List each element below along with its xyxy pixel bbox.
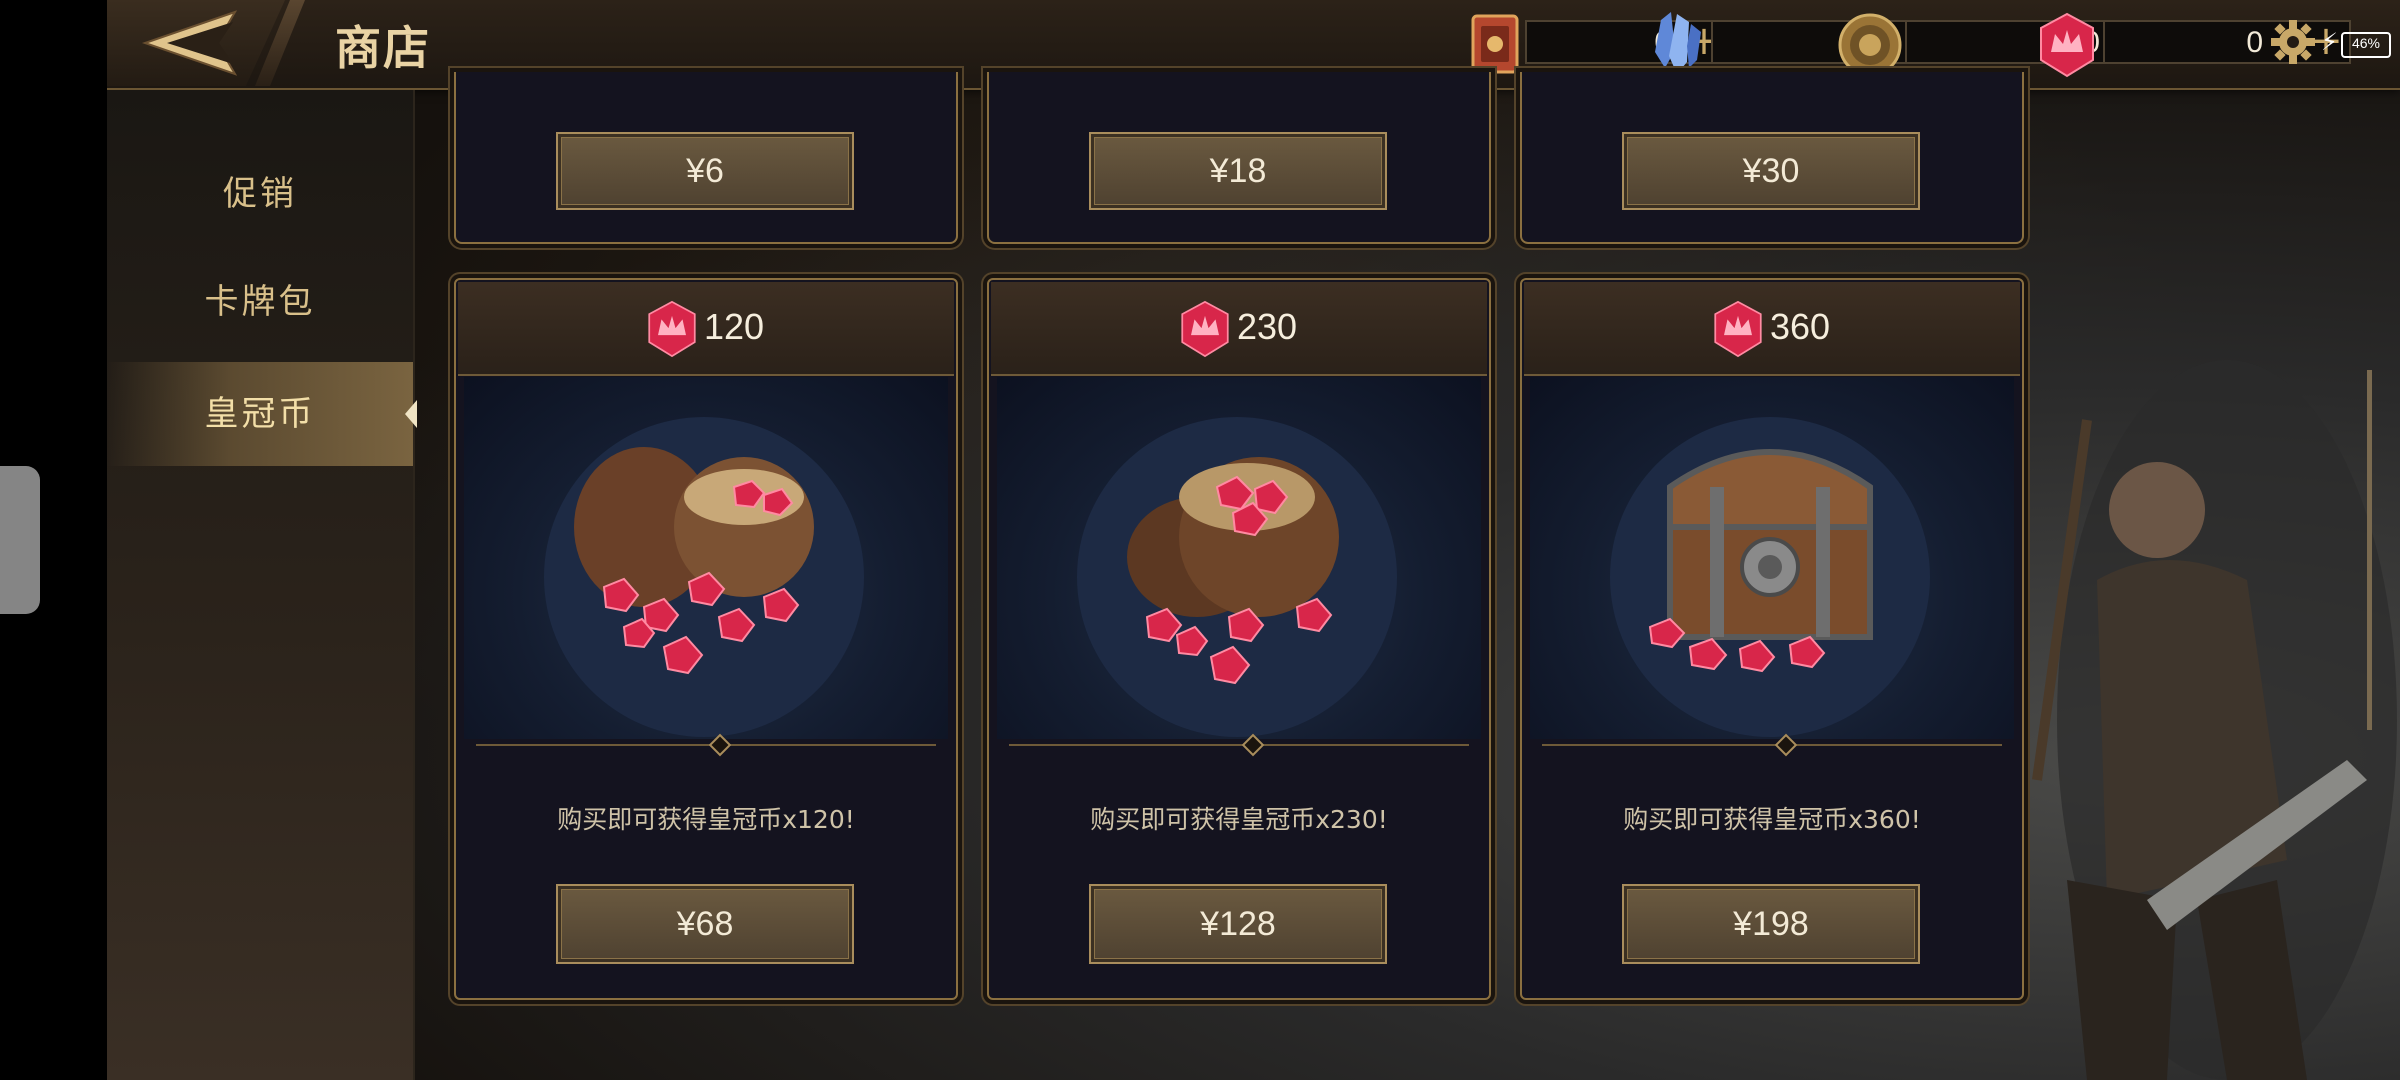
crown-gem-icon	[1181, 300, 1229, 358]
card-divider	[476, 744, 936, 746]
battery-level: 46%	[2351, 35, 2381, 51]
charging-icon: ⚡	[2321, 28, 2338, 56]
price-label: ¥68	[676, 905, 734, 943]
page-title: 商店	[335, 21, 431, 75]
product-card[interactable]: 230 购买即可获得皇冠币x230! ¥128	[987, 278, 1491, 1000]
product-card-partial: ¥30	[1520, 72, 2024, 244]
battery-indicator: 46%	[2341, 32, 2391, 58]
product-card-partial: ¥6	[454, 72, 958, 244]
coin-bags-icon	[464, 377, 948, 739]
shop-category-sidebar: 促销 卡牌包 皇冠币	[107, 90, 417, 1080]
product-card-partial: ¥18	[987, 72, 1491, 244]
price-button[interactable]: ¥30	[1622, 132, 1920, 210]
price-button[interactable]: ¥6	[556, 132, 854, 210]
crown-amount: 360	[1770, 306, 1831, 347]
card-deck-icon	[1469, 14, 1521, 78]
back-button[interactable]	[107, 0, 285, 86]
card-header: 360	[1524, 282, 2020, 376]
price-label: ¥128	[1200, 905, 1276, 943]
card-description: 购买即可获得皇冠币x230!	[1090, 805, 1388, 834]
crown-gem-icon	[1714, 300, 1762, 358]
crown-amount: 230	[1237, 306, 1298, 347]
card-header: 230	[991, 282, 1487, 376]
card-divider	[1542, 744, 2002, 746]
gear-icon[interactable]	[2269, 18, 2317, 70]
treasure-chest-icon	[1530, 377, 2014, 739]
price-label: ¥198	[1733, 905, 1809, 943]
price-button[interactable]: ¥18	[1089, 132, 1387, 210]
sidebar-item-label: 促销	[223, 174, 297, 214]
shop-screen: 商店 0 + 90	[107, 0, 2400, 1080]
card-divider	[1009, 744, 1469, 746]
sidebar-item-card-packs[interactable]: 卡牌包	[107, 250, 413, 354]
card-header: 120	[458, 282, 954, 376]
back-arrow-icon	[141, 10, 237, 76]
crown-amount: 120	[704, 306, 765, 347]
side-gesture-handle[interactable]	[0, 466, 40, 614]
product-card[interactable]: 360 购买即可获得皇冠币x360! ¥198	[1520, 278, 2024, 1000]
scrollbar[interactable]	[2367, 370, 2372, 730]
sidebar-item-promotions[interactable]: 促销	[107, 142, 413, 246]
price-label: ¥18	[1209, 152, 1267, 190]
price-button[interactable]: ¥128	[1089, 884, 1387, 964]
sidebar-item-label: 皇冠币	[204, 394, 316, 434]
crown-gem-icon	[2035, 12, 2099, 82]
crown-count: 0	[2246, 26, 2263, 59]
crown-gem-icon	[648, 300, 696, 358]
sidebar-item-crown-coins[interactable]: 皇冠币	[107, 362, 417, 466]
card-description: 购买即可获得皇冠币x360!	[1623, 805, 1921, 834]
price-label: ¥30	[1742, 152, 1800, 190]
price-button[interactable]: ¥68	[556, 884, 854, 964]
product-card[interactable]: 120 购买即可获得皇冠币x120! ¥68	[454, 278, 958, 1000]
price-label: ¥6	[686, 152, 724, 190]
warrior-character-art	[2027, 300, 2400, 1080]
overflowing-bag-icon	[997, 377, 1481, 739]
price-button[interactable]: ¥198	[1622, 884, 1920, 964]
sidebar-item-label: 卡牌包	[204, 282, 316, 322]
card-description: 购买即可获得皇冠币x120!	[557, 805, 855, 834]
